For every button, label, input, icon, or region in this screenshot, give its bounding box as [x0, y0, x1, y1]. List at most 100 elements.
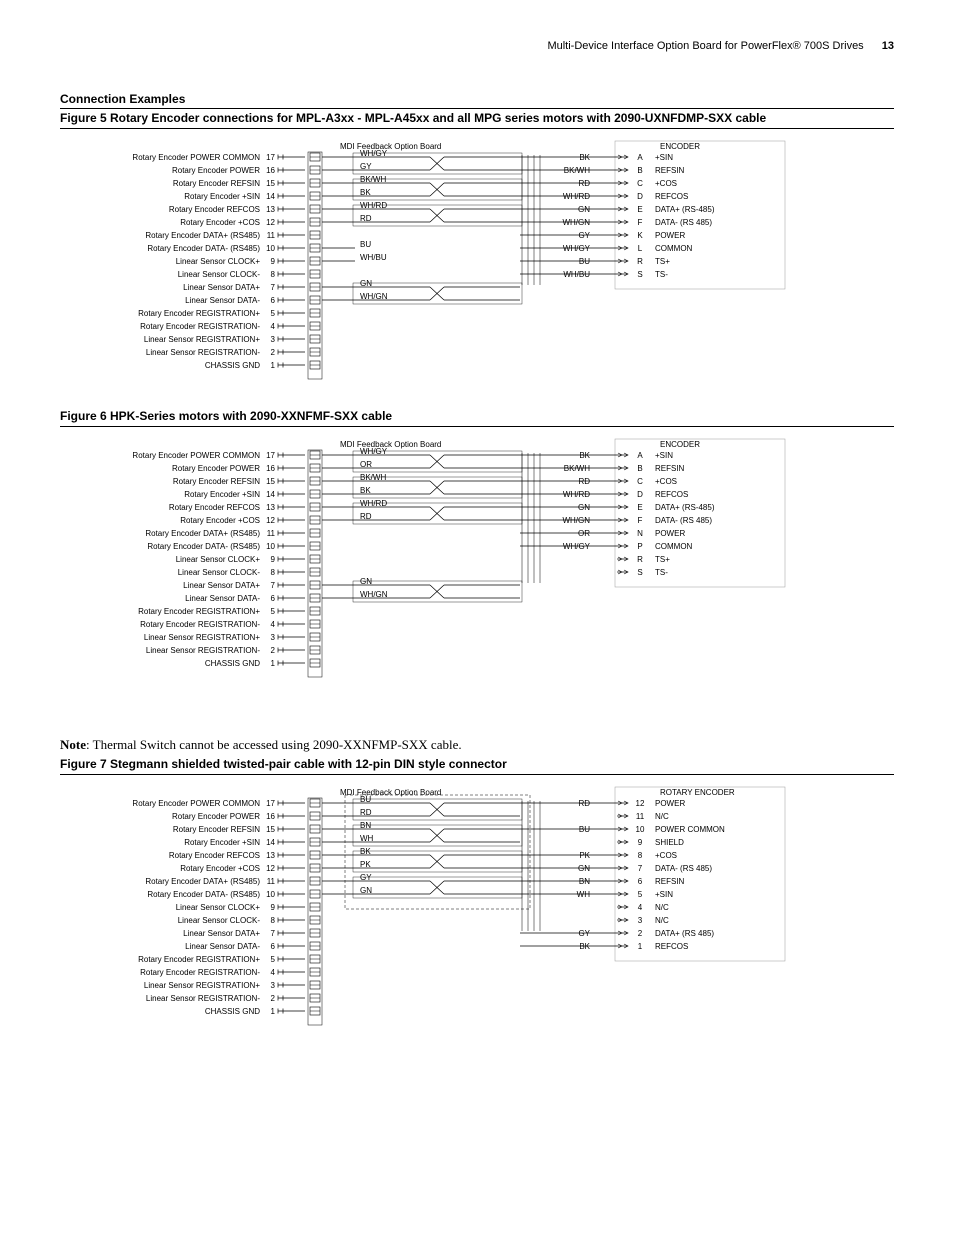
svg-text:R: R: [637, 555, 643, 564]
svg-text:DATA- (RS 485): DATA- (RS 485): [655, 516, 712, 525]
svg-text:ENCODER: ENCODER: [660, 142, 700, 151]
svg-text:Rotary Encoder POWER: Rotary Encoder POWER: [172, 812, 260, 821]
svg-text:Linear Sensor DATA+: Linear Sensor DATA+: [183, 929, 260, 938]
svg-text:2: 2: [638, 929, 643, 938]
svg-text:Linear Sensor REGISTRATION+: Linear Sensor REGISTRATION+: [144, 335, 260, 344]
svg-text:Rotary Encoder DATA+ (RS485): Rotary Encoder DATA+ (RS485): [145, 529, 260, 538]
svg-text:SHIELD: SHIELD: [655, 838, 684, 847]
svg-text:COMMON: COMMON: [655, 244, 693, 253]
svg-text:Linear Sensor CLOCK-: Linear Sensor CLOCK-: [178, 916, 261, 925]
svg-text:10: 10: [266, 542, 275, 551]
svg-text:GY: GY: [578, 929, 590, 938]
svg-text:N/C: N/C: [655, 903, 669, 912]
svg-text:7: 7: [271, 581, 276, 590]
svg-text:TS+: TS+: [655, 555, 670, 564]
svg-text:WH/RD: WH/RD: [360, 201, 387, 210]
svg-text:Linear Sensor REGISTRATION-: Linear Sensor REGISTRATION-: [146, 348, 260, 357]
svg-text:9: 9: [271, 903, 276, 912]
svg-text:CHASSIS GND: CHASSIS GND: [205, 659, 260, 668]
svg-text:Rotary Encoder POWER: Rotary Encoder POWER: [172, 166, 260, 175]
figure5-caption: Figure 5 Rotary Encoder connections for …: [60, 111, 894, 129]
note-body: : Thermal Switch cannot be accessed usin…: [86, 737, 462, 752]
svg-text:6: 6: [271, 942, 276, 951]
svg-text:Linear Sensor CLOCK-: Linear Sensor CLOCK-: [178, 270, 261, 279]
svg-text:10: 10: [266, 244, 275, 253]
svg-text:MDI Feedback Option Board: MDI Feedback Option Board: [340, 440, 441, 449]
svg-text:8: 8: [271, 568, 276, 577]
svg-text:BK: BK: [579, 942, 590, 951]
svg-text:BK: BK: [579, 153, 590, 162]
svg-text:A: A: [637, 153, 643, 162]
svg-text:WH: WH: [577, 890, 591, 899]
svg-text:CHASSIS GND: CHASSIS GND: [205, 1007, 260, 1016]
svg-text:Linear Sensor DATA-: Linear Sensor DATA-: [185, 296, 260, 305]
svg-text:12: 12: [266, 864, 275, 873]
svg-text:REFSIN: REFSIN: [655, 877, 685, 886]
svg-text:+SIN: +SIN: [655, 153, 673, 162]
svg-text:BK/WH: BK/WH: [564, 166, 590, 175]
svg-text:Linear Sensor CLOCK+: Linear Sensor CLOCK+: [176, 903, 261, 912]
svg-text:COMMON: COMMON: [655, 542, 693, 551]
svg-text:B: B: [637, 464, 642, 473]
svg-text:TS-: TS-: [655, 270, 668, 279]
svg-text:12: 12: [636, 799, 645, 808]
svg-text:WH/RD: WH/RD: [563, 192, 590, 201]
svg-text:13: 13: [266, 851, 275, 860]
svg-text:+SIN: +SIN: [655, 451, 673, 460]
svg-text:Rotary Encoder POWER COMMON: Rotary Encoder POWER COMMON: [132, 451, 260, 460]
svg-text:Rotary Encoder +SIN: Rotary Encoder +SIN: [184, 490, 260, 499]
svg-text:A: A: [637, 451, 643, 460]
svg-text:DATA- (RS 485): DATA- (RS 485): [655, 218, 712, 227]
svg-text:3: 3: [271, 633, 276, 642]
svg-text:15: 15: [266, 179, 275, 188]
svg-text:Linear Sensor REGISTRATION+: Linear Sensor REGISTRATION+: [144, 633, 260, 642]
svg-text:Rotary Encoder +COS: Rotary Encoder +COS: [180, 218, 260, 227]
svg-text:B: B: [637, 166, 642, 175]
svg-text:WH/RD: WH/RD: [563, 490, 590, 499]
svg-text:GN: GN: [578, 205, 590, 214]
svg-text:POWER: POWER: [655, 231, 685, 240]
svg-text:Rotary Encoder +COS: Rotary Encoder +COS: [180, 516, 260, 525]
svg-text:L: L: [638, 244, 643, 253]
svg-text:E: E: [637, 205, 642, 214]
svg-text:OR: OR: [578, 529, 590, 538]
svg-text:S: S: [637, 568, 642, 577]
svg-text:Linear Sensor REGISTRATION+: Linear Sensor REGISTRATION+: [144, 981, 260, 990]
svg-text:8: 8: [271, 916, 276, 925]
svg-text:4: 4: [271, 620, 276, 629]
svg-text:4: 4: [271, 322, 276, 331]
svg-text:N/C: N/C: [655, 812, 669, 821]
svg-text:11: 11: [267, 877, 276, 886]
svg-text:REFCOS: REFCOS: [655, 490, 688, 499]
svg-text:REFCOS: REFCOS: [655, 942, 688, 951]
svg-text:WH/GY: WH/GY: [360, 149, 388, 158]
svg-text:+COS: +COS: [655, 851, 677, 860]
svg-text:RD: RD: [578, 799, 590, 808]
svg-text:S: S: [637, 270, 642, 279]
svg-text:Linear Sensor CLOCK-: Linear Sensor CLOCK-: [178, 568, 261, 577]
svg-text:BK: BK: [360, 188, 371, 197]
svg-text:6: 6: [271, 594, 276, 603]
svg-text:P: P: [637, 542, 642, 551]
svg-text:17: 17: [266, 799, 275, 808]
svg-text:WH/BU: WH/BU: [563, 270, 590, 279]
svg-text:BK/WH: BK/WH: [360, 473, 386, 482]
svg-text:16: 16: [266, 464, 275, 473]
svg-text:3: 3: [271, 335, 276, 344]
svg-text:OR: OR: [360, 460, 372, 469]
svg-text:7: 7: [271, 283, 276, 292]
svg-text:Linear Sensor CLOCK+: Linear Sensor CLOCK+: [176, 555, 261, 564]
svg-text:BK: BK: [579, 451, 590, 460]
svg-text:13: 13: [266, 205, 275, 214]
svg-text:D: D: [637, 490, 643, 499]
svg-text:Rotary Encoder POWER COMMON: Rotary Encoder POWER COMMON: [132, 799, 260, 808]
svg-text:Rotary Encoder REGISTRATION-: Rotary Encoder REGISTRATION-: [140, 322, 260, 331]
figure6-diagram: MDI Feedback Option BoardENCODERRotary E…: [60, 435, 820, 705]
svg-text:WH/GY: WH/GY: [360, 447, 388, 456]
svg-text:2: 2: [271, 994, 276, 1003]
svg-text:Rotary Encoder REGISTRATION-: Rotary Encoder REGISTRATION-: [140, 620, 260, 629]
svg-text:RD: RD: [578, 477, 590, 486]
svg-text:9: 9: [271, 257, 276, 266]
svg-text:3: 3: [271, 981, 276, 990]
svg-text:14: 14: [266, 490, 275, 499]
